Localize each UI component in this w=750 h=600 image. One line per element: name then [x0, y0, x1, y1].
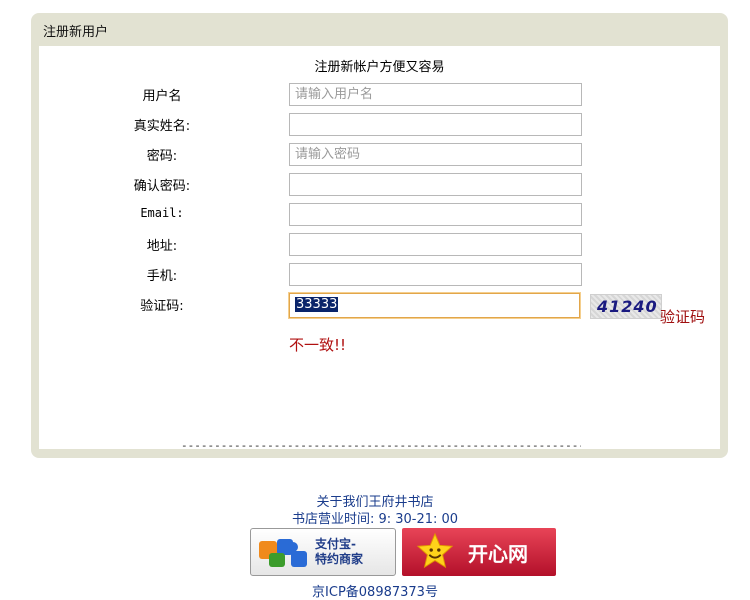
realname-input[interactable]	[289, 113, 582, 136]
panel-title: 注册新用户	[43, 25, 109, 40]
confirm-password-label: 确认密码:	[133, 179, 191, 194]
error-message: 不一致!!	[289, 336, 347, 354]
email-input[interactable]	[289, 203, 582, 226]
mobile-input[interactable]	[289, 263, 582, 286]
captcha-image[interactable]: 41240	[590, 294, 662, 319]
password-input[interactable]	[289, 143, 582, 166]
icp-license[interactable]: 京ICP备08987373号	[0, 581, 750, 600]
captcha-label: 验证码:	[140, 299, 184, 314]
realname-label: 真实姓名:	[133, 119, 191, 134]
confirm-password-input[interactable]	[289, 173, 582, 196]
address-input[interactable]	[289, 233, 582, 256]
alipay-badge-label: 支付宝- 特约商家	[315, 537, 364, 566]
register-form: 注册新帐户方便又容易 用户名 真实姓名: 密码: 确认密码: Email: 地址…	[39, 46, 720, 452]
divider-line: ----------------------------------------…	[181, 439, 581, 452]
username-input[interactable]	[289, 83, 582, 106]
address-label: 地址:	[146, 239, 178, 254]
captcha-refresh-link[interactable]: 验证码	[660, 306, 705, 327]
captcha-input[interactable]: 33333	[289, 293, 580, 318]
password-label: 密码:	[146, 149, 178, 164]
smiling-star-icon	[416, 532, 454, 569]
captcha-image-text: 41240	[597, 297, 658, 316]
kaixin-badge-label: 开心网	[468, 542, 528, 566]
register-panel: 注册新用户 注册新帐户方便又容易 用户名 真实姓名: 密码: 确认密码: Ema…	[31, 13, 728, 458]
puzzle-icon	[259, 539, 307, 567]
mobile-label: 手机:	[146, 269, 178, 284]
captcha-input-value: 33333	[295, 297, 339, 312]
store-hours: 书店营业时间: 9: 30-21: 00	[291, 512, 459, 527]
form-subtitle: 注册新帐户方便又容易	[314, 60, 445, 75]
username-label: 用户名	[142, 89, 182, 104]
email-label: Email:	[140, 206, 184, 220]
alipay-badge[interactable]: 支付宝- 特约商家	[250, 528, 396, 576]
kaixin-badge[interactable]: 开心网	[402, 528, 556, 576]
